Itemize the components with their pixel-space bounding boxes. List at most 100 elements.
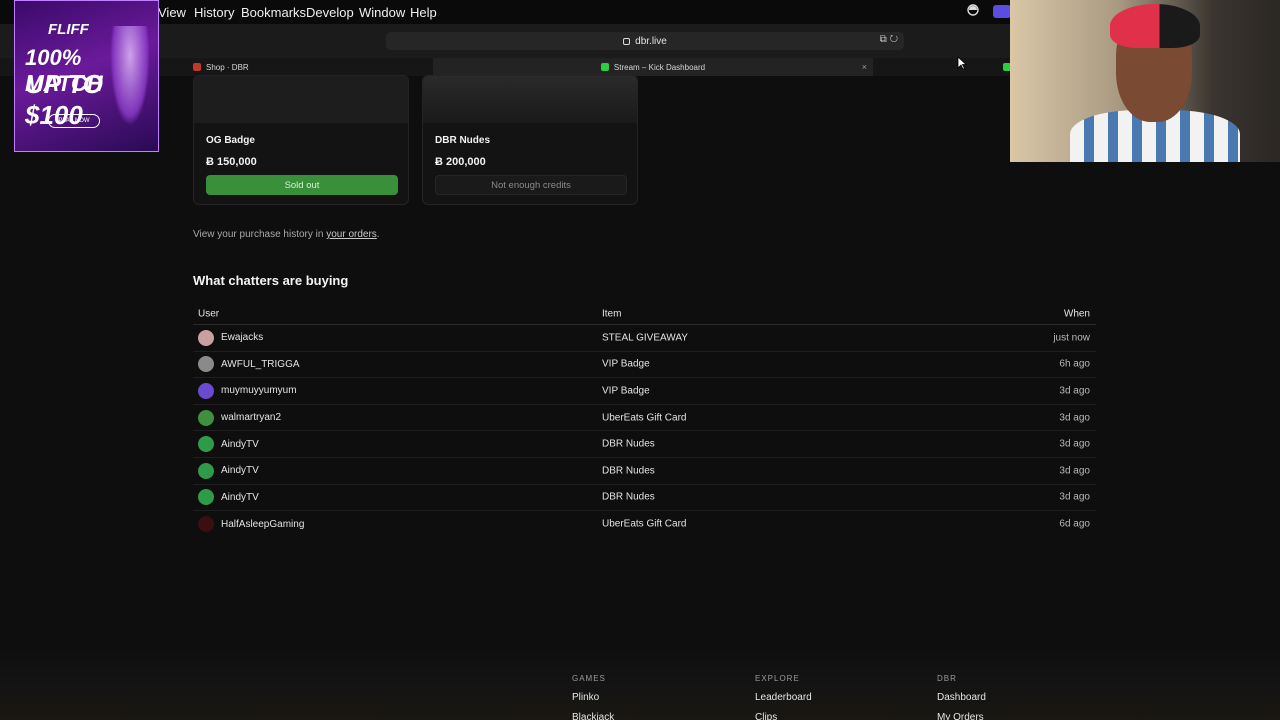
row-item: VIP Badge <box>602 385 650 397</box>
section-title: What chatters are buying <box>193 273 349 288</box>
address-bar[interactable]: dbr.live ⧉ ↻ <box>386 32 904 50</box>
row-user[interactable]: AindyTV <box>198 489 259 506</box>
user-avatar <box>198 356 214 373</box>
table-row: AWFUL_TRIGGA VIP Badge 6h ago <box>193 352 1096 379</box>
user-avatar <box>198 382 214 399</box>
username[interactable]: AWFUL_TRIGGA <box>221 359 300 370</box>
reload-icon[interactable]: ↻ <box>890 34 898 45</box>
username[interactable]: muymuyyumyum <box>221 385 297 396</box>
row-item: STEAL GIVEAWAY <box>602 332 688 344</box>
footer-link-blackjack[interactable]: Blackjack <box>572 712 614 720</box>
mouse-cursor-icon <box>957 56 967 70</box>
tab-label: Shop · DBR <box>206 62 249 72</box>
row-when: 3d ago <box>1059 385 1090 397</box>
footer-heading: DBR <box>937 674 957 683</box>
row-user[interactable]: AindyTV <box>198 436 259 453</box>
product-price: Ƀ 200,000 <box>435 156 486 168</box>
table-row: AindyTV DBR Nudes 3d ago <box>193 431 1096 458</box>
row-user[interactable]: walmartryan2 <box>198 409 281 426</box>
row-item: VIP Badge <box>602 358 650 370</box>
purchases-table: User Item When Ewajacks STEAL GIVEAWAY jus… <box>193 303 1096 538</box>
table-row: walmartryan2 UberEats Gift Card 3d ago <box>193 405 1096 432</box>
product-title: OG Badge <box>206 135 255 146</box>
row-when: just now <box>1053 332 1090 344</box>
history-prefix: View your purchase history in <box>193 229 327 240</box>
footer-link-plinko[interactable]: Plinko <box>572 692 614 703</box>
dbr-favicon-icon <box>193 63 201 71</box>
app-menu-icon[interactable] <box>993 5 1011 18</box>
menu-view[interactable]: View <box>158 5 186 20</box>
url-text: dbr.live <box>635 35 667 47</box>
table-row: AindyTV DBR Nudes 3d ago <box>193 458 1096 485</box>
menu-develop[interactable]: Develop <box>306 5 354 20</box>
sold-out-button[interactable]: Sold out <box>206 175 398 195</box>
header-user: User <box>198 308 220 319</box>
lock-icon <box>623 37 631 45</box>
row-user[interactable]: HalfAsleepGaming <box>198 516 304 533</box>
row-when: 3d ago <box>1059 491 1090 503</box>
footer-link-dashboard[interactable]: Dashboard <box>937 692 986 703</box>
username[interactable]: AindyTV <box>221 492 259 503</box>
menu-window[interactable]: Window <box>359 5 405 20</box>
header-when: When <box>1063 308 1090 319</box>
row-item: UberEats Gift Card <box>602 412 687 424</box>
table-row: HalfAsleepGaming UberEats Gift Card 6d ago <box>193 511 1096 538</box>
username[interactable]: AindyTV <box>221 439 259 450</box>
user-avatar <box>198 489 214 506</box>
username[interactable]: Ewajacks <box>221 332 263 343</box>
product-price: Ƀ 150,000 <box>206 156 257 168</box>
footer-heading: GAMES <box>572 674 606 683</box>
ad-play-now-button[interactable]: PLAY NOW <box>48 114 100 128</box>
row-when: 3d ago <box>1059 465 1090 477</box>
webcam-overlay <box>1010 0 1280 162</box>
row-user[interactable]: AindyTV <box>198 462 259 479</box>
username[interactable]: HalfAsleepGaming <box>221 519 304 530</box>
row-item: UberEats Gift Card <box>602 518 687 530</box>
row-user[interactable]: Ewajacks <box>198 329 263 346</box>
footer-link-clips[interactable]: Clips <box>755 712 812 720</box>
row-when: 3d ago <box>1059 412 1090 424</box>
ad-brand: FLIFF <box>48 21 89 38</box>
product-title: DBR Nudes <box>435 135 491 146</box>
your-orders-link[interactable]: your orders <box>326 229 377 240</box>
address-tools: ⧉ ↻ <box>880 34 898 45</box>
footer-col-games: GAMES Plinko Blackjack <box>572 674 614 720</box>
status-menu-icon[interactable] <box>966 3 980 20</box>
footer-col-dbr: DBR Dashboard My Orders <box>937 674 986 720</box>
tab-shop[interactable]: Shop · DBR <box>193 58 249 76</box>
footer-heading: EXPLORE <box>755 674 800 683</box>
header-item: Item <box>602 308 622 319</box>
menu-bookmarks[interactable]: Bookmarks <box>241 5 306 20</box>
shop-page: OG Badge Ƀ 150,000 Sold out DBR Nudes Ƀ … <box>0 75 1280 720</box>
footer-link-leaderboard[interactable]: Leaderboard <box>755 692 812 703</box>
product-image <box>423 76 637 123</box>
user-avatar <box>198 462 214 479</box>
username[interactable]: AindyTV <box>221 465 259 476</box>
history-suffix: . <box>376 229 380 240</box>
kick-favicon-icon <box>600 63 609 71</box>
table-row: AindyTV DBR Nudes 3d ago <box>193 485 1096 512</box>
row-user[interactable]: muymuyyumyum <box>198 382 297 399</box>
translate-icon[interactable]: ⧉ <box>880 34 887 45</box>
footer-link-my-orders[interactable]: My Orders <box>937 712 986 720</box>
close-tab-icon[interactable]: × <box>862 62 867 72</box>
table-body: Ewajacks STEAL GIVEAWAY just now AWFUL_TRIG… <box>193 325 1096 538</box>
menu-history[interactable]: History <box>194 5 234 20</box>
purchase-history-note: View your purchase history in your order… <box>193 229 380 240</box>
row-when: 6d ago <box>1059 518 1090 530</box>
shop-card-dbr-nudes: DBR Nudes Ƀ 200,000 Not enough credits <box>422 75 638 205</box>
menu-help[interactable]: Help <box>410 5 437 20</box>
row-item: DBR Nudes <box>602 465 655 477</box>
row-user[interactable]: AWFUL_TRIGGA <box>198 356 300 373</box>
username[interactable]: walmartryan2 <box>221 412 281 423</box>
footer: GAMES Plinko Blackjack EXPLORE Leaderboa… <box>0 642 1280 720</box>
footer-col-explore: EXPLORE Leaderboard Clips <box>755 674 812 720</box>
shop-card-og-badge: OG Badge Ƀ 150,000 Sold out <box>193 75 409 205</box>
row-when: 3d ago <box>1059 438 1090 450</box>
stream-ad-overlay: FLIFF 100% MATCH UP TO $100 PLAY NOW <box>14 0 159 152</box>
table-header: User Item When <box>193 303 1096 325</box>
tab-kick-dashboard[interactable]: Stream – Kick Dashboard × <box>433 58 873 76</box>
tab-label: Stream – Kick Dashboard <box>613 62 706 72</box>
user-avatar <box>198 329 214 346</box>
row-item: DBR Nudes <box>602 438 655 450</box>
